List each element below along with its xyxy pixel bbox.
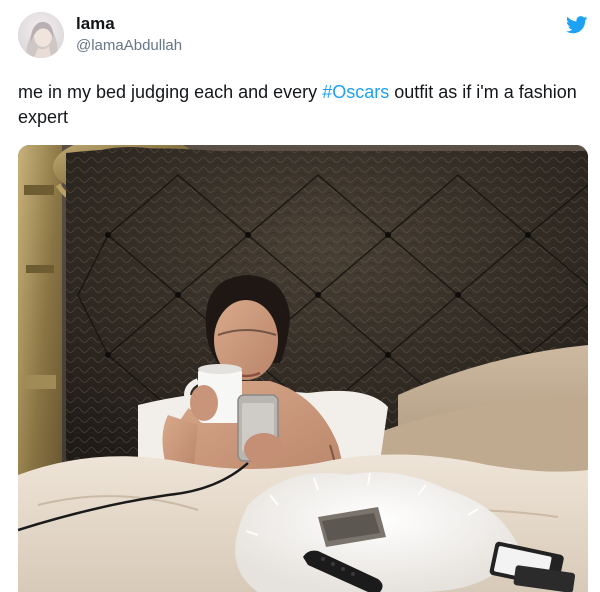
twitter-bird-icon[interactable] (566, 16, 588, 34)
author-handle[interactable]: @lamaAbdullah (76, 37, 182, 55)
avatar[interactable] (18, 12, 64, 58)
tweet-photo[interactable] (18, 145, 588, 592)
tweet-text: me in my bed judging each and every #Osc… (18, 80, 588, 130)
tweet-text-before: me in my bed judging each and every (18, 82, 323, 102)
tweet-card: lama @lamaAbdullah me in my bed judging … (0, 0, 600, 592)
hashtag-link[interactable]: #Oscars (322, 82, 389, 102)
profile-avatar-icon (18, 12, 64, 58)
author-display-name[interactable]: lama (76, 14, 115, 34)
bed-photo-illustration (18, 145, 588, 592)
